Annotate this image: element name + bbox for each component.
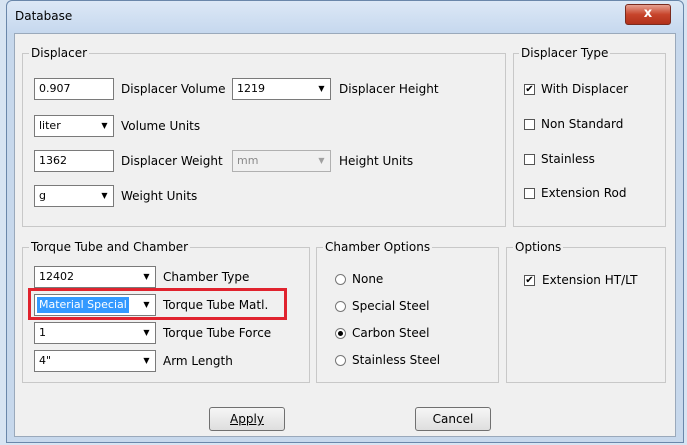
weight-units-select[interactable]: g ▼ bbox=[34, 185, 114, 207]
displacer-weight-input[interactable]: 1362 bbox=[34, 150, 114, 172]
special-steel-radio[interactable] bbox=[335, 301, 346, 312]
chevron-down-icon[interactable]: ▼ bbox=[97, 117, 112, 135]
close-icon: x bbox=[643, 6, 653, 21]
displacer-weight-label: Displacer Weight bbox=[121, 154, 223, 168]
displacer-group: Displacer 0.907 Displacer Volume 1219 ▼ … bbox=[22, 46, 506, 227]
displacer-type-legend: Displacer Type bbox=[519, 46, 611, 60]
with-displacer-checkbox[interactable]: ✔ bbox=[524, 84, 535, 95]
close-button[interactable]: x bbox=[625, 4, 671, 25]
weight-units-value: g bbox=[39, 189, 46, 202]
with-displacer-label[interactable]: With Displacer bbox=[541, 82, 628, 96]
title-bar[interactable]: Database x bbox=[7, 1, 683, 33]
highlight-box bbox=[28, 288, 287, 320]
extension-ht-lt-label[interactable]: Extension HT/LT bbox=[542, 273, 637, 287]
torque-tube-force-value: 1 bbox=[39, 326, 46, 339]
displacer-type-group: Displacer Type ✔ With Displacer Non Stan… bbox=[513, 46, 666, 227]
chamber-options-group: Chamber Options None Special Steel Carbo… bbox=[316, 240, 499, 383]
displacer-legend: Displacer bbox=[29, 46, 90, 60]
chevron-down-icon[interactable]: ▼ bbox=[139, 324, 154, 342]
database-dialog: Database x Displacer 0.907 Displacer Vol… bbox=[6, 0, 684, 443]
displacer-height-label: Displacer Height bbox=[339, 82, 439, 96]
non-standard-label[interactable]: Non Standard bbox=[541, 117, 623, 131]
weight-units-label: Weight Units bbox=[121, 189, 198, 203]
chamber-type-select[interactable]: 12402 ▼ bbox=[34, 266, 156, 288]
displacer-height-select[interactable]: 1219 ▼ bbox=[232, 78, 331, 100]
options-group: Options ✔ Extension HT/LT bbox=[506, 240, 666, 383]
apply-button[interactable]: Apply bbox=[209, 407, 285, 431]
chevron-down-icon[interactable]: ▼ bbox=[139, 352, 154, 370]
stainless-checkbox[interactable] bbox=[524, 154, 535, 165]
volume-units-label: Volume Units bbox=[121, 119, 201, 133]
arm-length-select[interactable]: 4" ▼ bbox=[34, 350, 156, 372]
displacer-volume-label: Displacer Volume bbox=[121, 82, 226, 96]
stainless-steel-radio[interactable] bbox=[335, 355, 346, 366]
cancel-button-label: Cancel bbox=[432, 412, 474, 426]
torque-tube-force-label: Torque Tube Force bbox=[163, 326, 272, 340]
displacer-volume-input[interactable]: 0.907 bbox=[34, 78, 114, 100]
arm-length-value: 4" bbox=[39, 354, 52, 367]
extension-rod-label[interactable]: Extension Rod bbox=[541, 186, 626, 200]
none-label[interactable]: None bbox=[352, 272, 383, 286]
height-units-select: mm ▼ bbox=[232, 150, 331, 172]
dialog-client: Displacer 0.907 Displacer Volume 1219 ▼ … bbox=[14, 33, 676, 437]
torque-tube-legend: Torque Tube and Chamber bbox=[29, 240, 191, 254]
cancel-button[interactable]: Cancel bbox=[415, 407, 491, 431]
chevron-down-icon: ▼ bbox=[318, 156, 325, 165]
displacer-height-value: 1219 bbox=[237, 82, 265, 95]
window-title: Database bbox=[15, 9, 73, 23]
chamber-options-legend: Chamber Options bbox=[323, 240, 433, 254]
stainless-label[interactable]: Stainless bbox=[541, 152, 595, 166]
chamber-type-value: 12402 bbox=[39, 270, 74, 283]
chamber-type-label: Chamber Type bbox=[163, 270, 250, 284]
carbon-steel-radio[interactable] bbox=[335, 328, 346, 339]
volume-units-value: liter bbox=[39, 119, 61, 132]
torque-tube-force-select[interactable]: 1 ▼ bbox=[34, 322, 156, 344]
options-legend: Options bbox=[513, 240, 564, 254]
special-steel-label[interactable]: Special Steel bbox=[352, 299, 429, 313]
chevron-down-icon[interactable]: ▼ bbox=[97, 187, 112, 205]
carbon-steel-label[interactable]: Carbon Steel bbox=[352, 326, 429, 340]
non-standard-checkbox[interactable] bbox=[524, 119, 535, 130]
extension-rod-checkbox[interactable] bbox=[524, 188, 535, 199]
extension-ht-lt-checkbox[interactable]: ✔ bbox=[524, 275, 535, 286]
height-units-label: Height Units bbox=[339, 154, 414, 168]
arm-length-label: Arm Length bbox=[163, 354, 233, 368]
chevron-down-icon[interactable]: ▼ bbox=[139, 268, 154, 286]
height-units-value: mm bbox=[237, 154, 259, 167]
chevron-down-icon[interactable]: ▼ bbox=[314, 80, 329, 98]
apply-button-label: Apply bbox=[230, 412, 264, 426]
none-radio[interactable] bbox=[335, 274, 346, 285]
displacer-weight-value: 1362 bbox=[39, 154, 67, 167]
stainless-steel-label[interactable]: Stainless Steel bbox=[352, 353, 440, 367]
displacer-volume-value: 0.907 bbox=[39, 82, 71, 95]
volume-units-select[interactable]: liter ▼ bbox=[34, 115, 114, 137]
